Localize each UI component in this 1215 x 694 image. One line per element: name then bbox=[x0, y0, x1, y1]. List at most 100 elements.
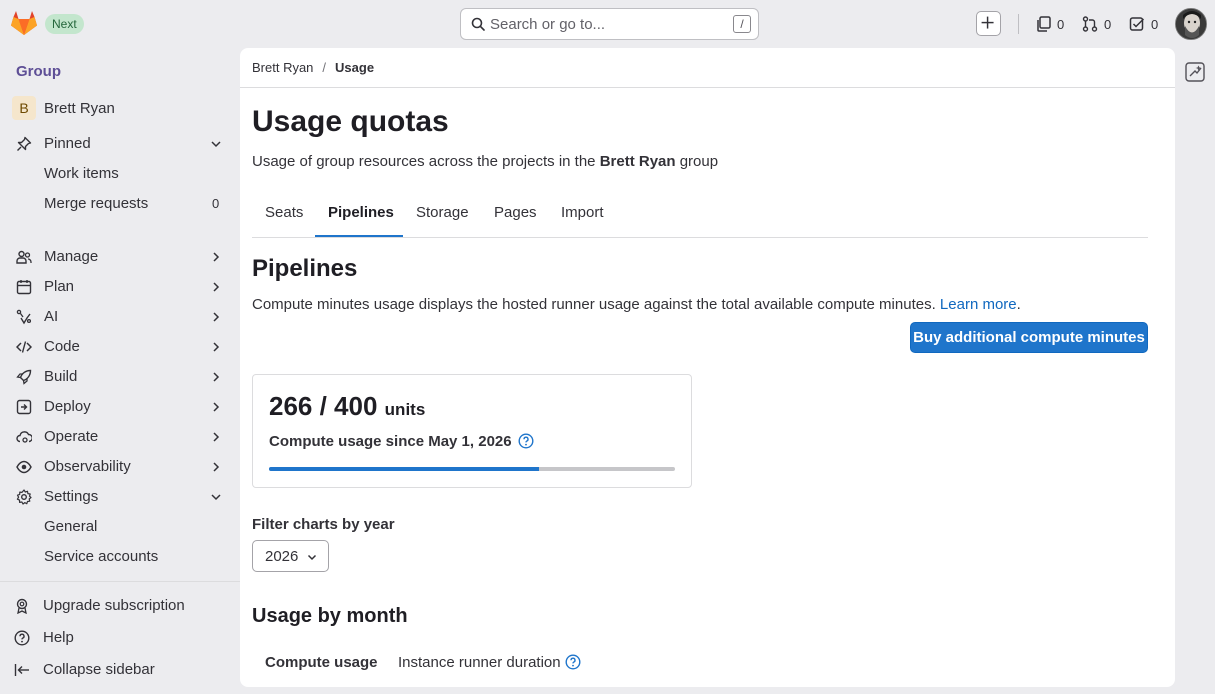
code-icon bbox=[16, 341, 32, 353]
sidebar-section-pinned[interactable]: Pinned bbox=[0, 129, 240, 159]
user-avatar-image-icon bbox=[1176, 9, 1206, 39]
filter-year-label: Filter charts by year bbox=[252, 516, 395, 533]
chevron-right-icon bbox=[213, 462, 220, 472]
usage-tabs: Seats Pipelines Storage Pages Import bbox=[252, 192, 1148, 238]
tab-seats[interactable]: Seats bbox=[265, 204, 303, 238]
tab-instance-runner-duration[interactable]: Instance runner duration bbox=[398, 654, 581, 671]
upgrade-subscription-label: Upgrade subscription bbox=[43, 597, 185, 614]
breadcrumb-separator: / bbox=[322, 60, 327, 75]
gear-icon bbox=[16, 489, 32, 505]
sidebar-footer: Upgrade subscription Help Collapse sideb… bbox=[0, 581, 240, 694]
page-description-suffix: group bbox=[675, 153, 719, 170]
chevron-right-icon bbox=[213, 372, 220, 382]
buy-compute-minutes-button[interactable]: Buy additional compute minutes bbox=[910, 322, 1148, 353]
sidebar-section-operate[interactable]: Operate bbox=[0, 422, 240, 452]
tab-compute-usage[interactable]: Compute usage bbox=[265, 654, 378, 671]
help-link[interactable]: Help bbox=[0, 626, 240, 650]
sidebar-item-work-items[interactable]: Work items bbox=[0, 159, 240, 189]
collapse-left-icon bbox=[14, 664, 29, 676]
search-placeholder: Search or go to... bbox=[490, 16, 606, 33]
toggle-panel-icon[interactable] bbox=[1184, 61, 1206, 83]
active-tab-indicator bbox=[315, 235, 403, 237]
compute-usage-value: 266 / 400 units bbox=[269, 391, 425, 422]
sidebar-item-merge-requests[interactable]: Merge requests 0 bbox=[0, 189, 240, 219]
chevron-right-icon bbox=[213, 432, 220, 442]
sidebar-item-service-accounts[interactable]: Service accounts bbox=[0, 542, 240, 572]
sidebar-section-manage[interactable]: Manage bbox=[0, 242, 240, 272]
page-description: Usage of group resources across the proj… bbox=[252, 153, 718, 170]
collapse-sidebar-label: Collapse sidebar bbox=[43, 661, 155, 678]
main-content: Brett Ryan / Usage Usage quotas Usage of… bbox=[240, 48, 1175, 687]
group-avatar: B bbox=[12, 96, 36, 120]
learn-more-link[interactable]: Learn more bbox=[940, 296, 1017, 313]
question-circle-icon bbox=[14, 630, 30, 646]
chevron-right-icon bbox=[213, 342, 220, 352]
help-icon[interactable] bbox=[565, 654, 581, 670]
sidebar-section-deploy[interactable]: Deploy bbox=[0, 392, 240, 422]
todos-counter[interactable]: 0 bbox=[1129, 14, 1158, 34]
user-avatar[interactable] bbox=[1175, 8, 1207, 40]
sidebar-item-label: Merge requests bbox=[44, 195, 149, 212]
issues-counter[interactable]: 0 bbox=[1037, 14, 1064, 34]
compute-usage-amount: 266 / 400 bbox=[269, 391, 378, 421]
gitlab-logo-icon[interactable] bbox=[10, 10, 38, 36]
cloud-gear-icon bbox=[16, 431, 32, 443]
help-icon[interactable] bbox=[518, 433, 534, 449]
tab-pages[interactable]: Pages bbox=[494, 204, 537, 238]
rocket-icon bbox=[16, 369, 32, 385]
pipelines-heading: Pipelines bbox=[252, 255, 358, 282]
tab-pipelines[interactable]: Pipelines bbox=[328, 204, 394, 238]
top-bar: Next Search or go to... / 0 0 0 bbox=[0, 0, 1215, 48]
next-badge[interactable]: Next bbox=[45, 14, 84, 34]
usage-by-month-heading: Usage by month bbox=[252, 605, 408, 627]
sidebar-item-label: Work items bbox=[44, 165, 119, 182]
calendar-icon bbox=[16, 280, 32, 295]
sidebar-section-label: Pinned bbox=[44, 135, 91, 152]
group-name: Brett Ryan bbox=[44, 99, 115, 117]
create-new-button[interactable] bbox=[976, 11, 1001, 36]
issues-count: 0 bbox=[1057, 16, 1065, 32]
merge-requests-count: 0 bbox=[1104, 16, 1112, 32]
search-shortcut-key: / bbox=[733, 15, 751, 33]
breadcrumb-group-link[interactable]: Brett Ryan bbox=[252, 60, 313, 75]
sidebar-section-settings[interactable]: Settings bbox=[0, 482, 240, 512]
search-icon bbox=[471, 17, 485, 31]
compute-usage-progress-bar bbox=[269, 467, 675, 471]
sidebar-section-label: Deploy bbox=[44, 398, 91, 415]
sidebar-section-plan[interactable]: Plan bbox=[0, 272, 240, 302]
tab-instance-runner-duration-label: Instance runner duration bbox=[398, 654, 561, 671]
sidebar-section-label: Plan bbox=[44, 278, 75, 295]
sidebar-section-observability[interactable]: Observability bbox=[0, 452, 240, 482]
sidebar-section-ai[interactable]: AI bbox=[0, 302, 240, 332]
tab-import[interactable]: Import bbox=[561, 204, 604, 238]
sidebar-section-label: Settings bbox=[44, 488, 99, 505]
plus-icon bbox=[981, 16, 994, 29]
chevron-down-icon bbox=[211, 494, 221, 501]
todos-count: 0 bbox=[1151, 16, 1159, 32]
merge-requests-counter[interactable]: 0 bbox=[1082, 14, 1111, 34]
sidebar-section-label: Operate bbox=[44, 428, 99, 445]
sidebar-section-code[interactable]: Code bbox=[0, 332, 240, 362]
sidebar-section-build[interactable]: Build bbox=[0, 362, 240, 392]
pin-icon bbox=[17, 136, 32, 151]
issues-icon bbox=[1037, 16, 1051, 32]
chevron-right-icon bbox=[213, 312, 220, 322]
todo-checkbox-icon bbox=[1129, 17, 1145, 31]
year-dropdown[interactable]: 2026 bbox=[252, 540, 329, 572]
sidebar-item-label: Service accounts bbox=[44, 548, 159, 565]
pipelines-description-period: . bbox=[1016, 296, 1021, 313]
sidebar-section-label: Code bbox=[44, 338, 80, 355]
ai-tanuki-icon bbox=[16, 309, 32, 325]
tab-storage[interactable]: Storage bbox=[416, 204, 469, 238]
sidebar-item-label: General bbox=[44, 518, 98, 535]
page-description-prefix: Usage of group resources across the proj… bbox=[252, 153, 600, 170]
topbar-divider bbox=[1018, 14, 1019, 34]
search-bar[interactable]: Search or go to... / bbox=[460, 8, 759, 40]
sidebar-section-label: AI bbox=[44, 308, 59, 325]
breadcrumb-current[interactable]: Usage bbox=[335, 60, 374, 75]
year-dropdown-value: 2026 bbox=[265, 548, 299, 565]
upgrade-subscription-link[interactable]: Upgrade subscription bbox=[0, 594, 240, 618]
sidebar-item-general[interactable]: General bbox=[0, 512, 240, 542]
collapse-sidebar-button[interactable]: Collapse sidebar bbox=[0, 658, 240, 682]
sidebar-group-link[interactable]: B Brett Ryan bbox=[12, 96, 115, 120]
